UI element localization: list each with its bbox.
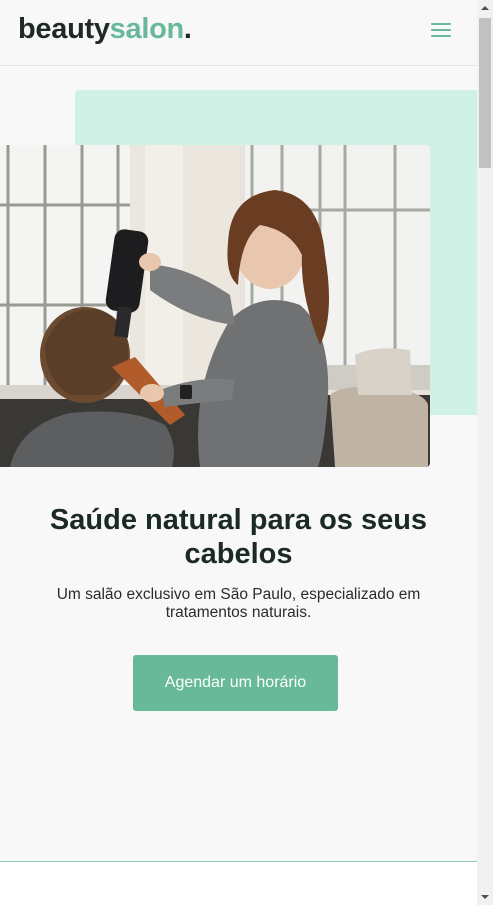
- site-header: beautysalon.: [0, 0, 477, 66]
- logo-text-salon: salon: [109, 13, 185, 45]
- salon-hairdryer-photo: [0, 145, 430, 467]
- menu-bar: [431, 29, 451, 31]
- book-appointment-button[interactable]: Agendar um horário: [133, 655, 338, 711]
- hamburger-menu-icon[interactable]: [425, 17, 457, 43]
- menu-bar: [431, 23, 451, 25]
- logo-text-beauty: beauty: [18, 13, 110, 45]
- logo-text-dot: .: [183, 13, 192, 45]
- vertical-scrollbar[interactable]: [477, 0, 493, 905]
- hero-subtext: Um salão exclusivo em São Paulo, especia…: [56, 586, 421, 621]
- page: beautysalon. Saúde natural para os seus …: [0, 0, 477, 905]
- scroll-up-arrow-icon[interactable]: [477, 0, 493, 16]
- scrollbar-thumb[interactable]: [479, 18, 491, 168]
- scroll-down-arrow-icon[interactable]: [477, 889, 493, 905]
- menu-bar: [431, 35, 451, 37]
- hero-headline: Saúde natural para os seus cabelos: [49, 504, 428, 570]
- next-section: [0, 861, 477, 905]
- logo[interactable]: beautysalon.: [18, 11, 192, 47]
